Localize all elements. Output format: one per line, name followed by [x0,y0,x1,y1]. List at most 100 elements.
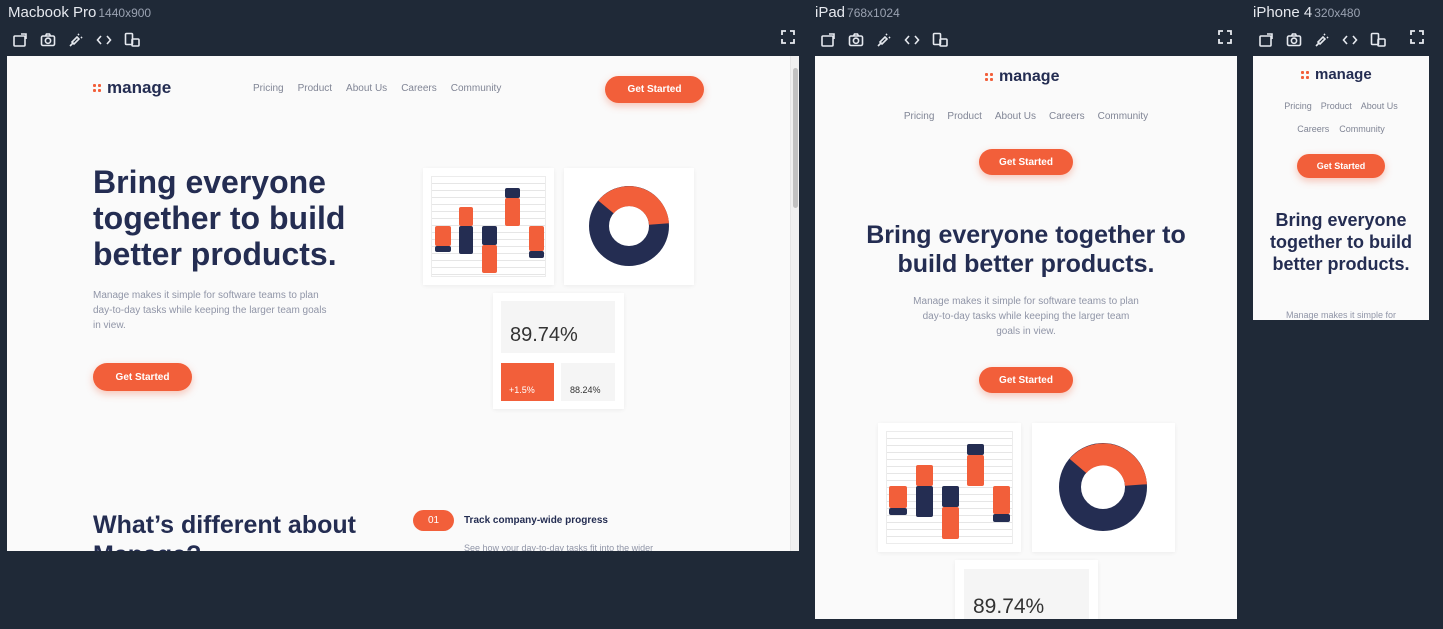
chart-bar [459,226,473,254]
nav-link-about[interactable]: About Us [346,83,387,94]
device-switch-icon[interactable] [1369,31,1387,49]
hero-headline: Bring everyone together to build better … [93,164,346,272]
donut-chart-card [564,168,694,285]
chart-bar [505,188,520,198]
hero-get-started-button[interactable]: Get Started [93,363,192,391]
device-switch-icon[interactable] [931,31,949,49]
nav-link-community[interactable]: Community [1339,124,1385,134]
nav-link-about[interactable]: About Us [1361,101,1398,111]
device-toolbar-ipad [819,30,959,50]
plug-icon[interactable] [67,31,85,49]
hero-headline: Bring everyone together to build better … [1270,210,1412,274]
chart-bar [505,198,520,226]
plug-icon[interactable] [1313,31,1331,49]
hero-description: Manage makes it simple for software team… [93,290,327,331]
device-switch-icon[interactable] [123,31,141,49]
stat-change-value: +1.5% [509,385,535,395]
iphone-preview: manage Pricing Product About Us Careers … [1253,56,1429,320]
donut-chart [589,186,669,266]
logo[interactable]: manage [1301,66,1372,83]
chart-bar [529,226,544,251]
bar-chart-card [423,168,554,285]
chart-bar [942,507,959,539]
camera-icon[interactable] [1285,31,1303,49]
chart-bar [889,508,907,515]
main-nav: Pricing Product About Us Careers Communi… [253,83,501,94]
chart-bar [482,226,497,245]
hero-description: Manage makes it simple for software team… [913,296,1139,337]
chart-bar [889,486,907,508]
nav-link-careers[interactable]: Careers [1049,111,1085,122]
nav-link-pricing[interactable]: Pricing [1284,101,1312,111]
stats-card: 89.74% +1.5% 88.24% [493,293,624,409]
nav-link-pricing[interactable]: Pricing [904,111,935,122]
hero-get-started-button[interactable]: Get Started [979,367,1073,393]
scrollbar[interactable] [790,56,799,551]
hero-description: Manage makes it simple for [1285,310,1397,320]
chart-bar [482,245,497,273]
camera-icon[interactable] [847,31,865,49]
main-nav: Pricing Product About Us Careers Communi… [815,111,1237,122]
main-nav-row-2: Careers Community [1253,124,1429,134]
hero-headline: Bring everyone together to build better … [866,221,1186,278]
nav-link-pricing[interactable]: Pricing [253,83,284,94]
macbook-preview: manage Pricing Product About Us Careers … [7,56,799,551]
nav-link-product[interactable]: Product [1321,101,1352,111]
code-icon[interactable] [95,31,113,49]
feature-title: Track company-wide progress [464,515,608,526]
donut-chart [1059,443,1147,531]
chart-bar [435,246,451,252]
device-toolbar-macbook [11,30,151,50]
rotate-icon[interactable] [1257,31,1275,49]
section-title: What’s different about Manage? [93,511,356,551]
chart-bar [529,251,544,258]
header-get-started-button[interactable]: Get Started [605,76,704,103]
rotate-icon[interactable] [11,31,29,49]
chart-bar [993,514,1010,522]
expand-icon[interactable] [781,30,799,48]
nav-link-product[interactable]: Product [298,83,332,94]
chart-bar [993,486,1010,514]
header-get-started-button[interactable]: Get Started [979,149,1073,175]
device-label-iphone: iPhone 4 320x480 [1253,4,1361,21]
donut-chart-card [1032,423,1175,552]
nav-link-product[interactable]: Product [947,111,981,122]
logo-dots-icon [93,84,101,92]
stat-main-value: 89.74% [510,324,578,346]
feature-text: See how your day-to-day tasks fit into t… [464,543,654,551]
rotate-icon[interactable] [819,31,837,49]
chart-bar [967,444,984,455]
chart-bar [916,465,933,486]
device-label-macbook: Macbook Pro 1440x900 [8,4,152,21]
stat-main-value: 89.74% [973,595,1045,618]
logo[interactable]: manage [985,68,1059,86]
main-nav-row-1: Pricing Product About Us [1253,101,1429,111]
plug-icon[interactable] [875,31,893,49]
scrollbar-thumb[interactable] [793,68,798,208]
bar-chart-card [878,423,1021,552]
nav-link-community[interactable]: Community [451,83,502,94]
logo-dots-icon [985,73,993,81]
stats-card: 89.74% [955,560,1098,619]
ipad-preview: manage Pricing Product About Us Careers … [815,56,1237,619]
camera-icon[interactable] [39,31,57,49]
nav-link-careers[interactable]: Careers [401,83,437,94]
feature-number-badge: 01 [413,510,454,531]
code-icon[interactable] [903,31,921,49]
device-label-ipad: iPad 768x1024 [815,4,900,21]
code-icon[interactable] [1341,31,1359,49]
chart-bar [435,226,451,246]
logo[interactable]: manage [93,78,171,98]
stat-secondary-value: 88.24% [570,385,601,395]
chart-bar [967,455,984,486]
nav-link-community[interactable]: Community [1098,111,1149,122]
nav-link-careers[interactable]: Careers [1297,124,1329,134]
logo-dots-icon [1301,70,1309,79]
expand-icon[interactable] [1410,30,1428,48]
chart-bar [942,486,959,507]
nav-link-about[interactable]: About Us [995,111,1036,122]
header-get-started-button[interactable]: Get Started [1297,154,1385,178]
expand-icon[interactable] [1218,30,1236,48]
chart-bar [916,486,933,517]
device-toolbar-iphone [1257,30,1397,50]
